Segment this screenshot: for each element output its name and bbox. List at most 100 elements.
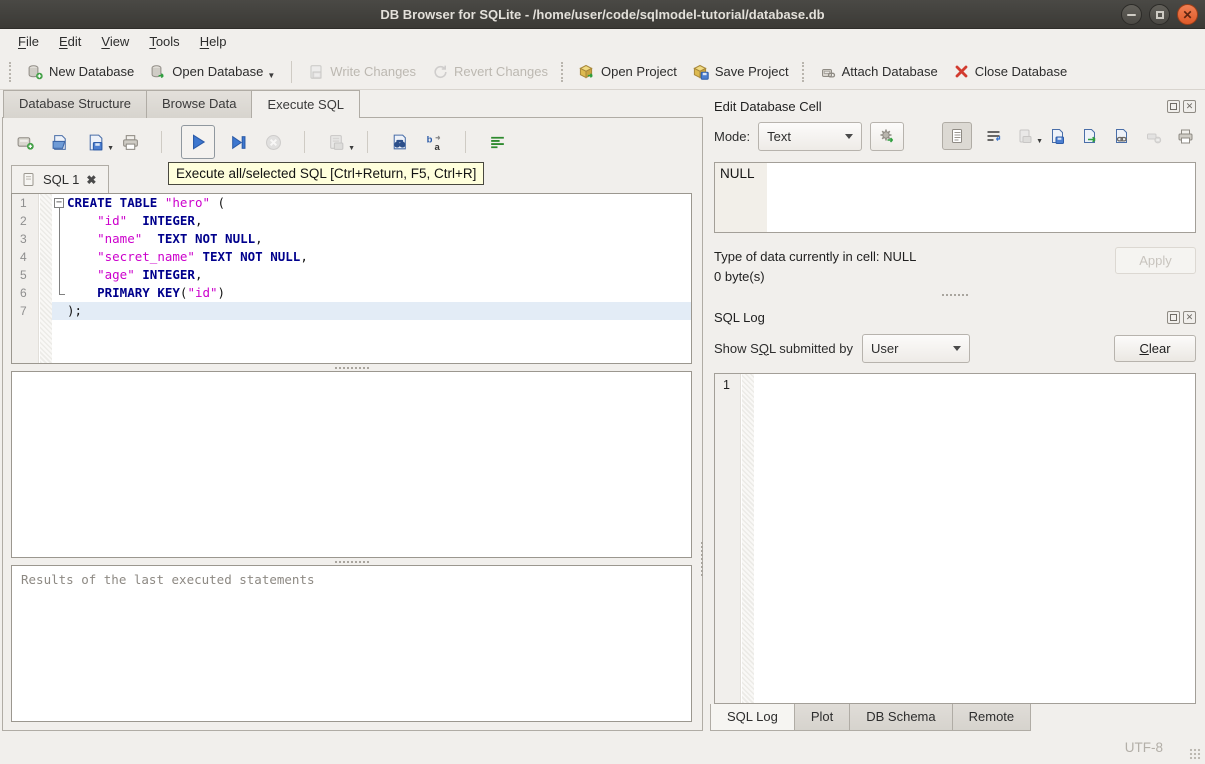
execute-line-button[interactable] <box>226 130 250 154</box>
edit-cell-dock-controls: ✕ <box>1167 99 1196 113</box>
tab-plot[interactable]: Plot <box>793 704 851 731</box>
mode-label: Mode: <box>714 128 751 144</box>
link-cell-button[interactable] <box>1110 125 1132 147</box>
tab-db-schema[interactable]: DB Schema <box>849 704 953 731</box>
log-fold-margin <box>742 374 754 703</box>
sql-log-filter-select[interactable]: User <box>862 333 970 363</box>
sql-toolbar-separator <box>465 131 466 153</box>
svg-text:b: b <box>426 134 432 145</box>
execute-all-button[interactable] <box>181 125 215 159</box>
save-cell-button[interactable]: ▼ <box>1014 125 1043 147</box>
menu-help[interactable]: Help <box>190 31 237 52</box>
horizontal-splitter[interactable] <box>11 558 692 565</box>
sql-editor[interactable]: 1− CREATE TABLE "hero" (2 "id" INTEGER, 3 … <box>11 193 692 364</box>
toolbar-handle[interactable] <box>801 61 805 82</box>
write-changes-button[interactable]: Write Changes <box>300 59 424 85</box>
save-results-button[interactable]: ▼ <box>324 130 355 154</box>
export-cell-button[interactable] <box>1078 125 1100 147</box>
open-sql-file-button[interactable] <box>48 130 72 154</box>
float-panel-icon[interactable] <box>1167 99 1180 113</box>
new-database-button[interactable]: New Database <box>19 59 142 85</box>
save-sql-file-button[interactable]: ▼ <box>83 130 114 154</box>
sql-tab[interactable]: SQL 1 ✖ <box>11 165 110 193</box>
tab-database-structure[interactable]: Database Structure <box>3 90 148 118</box>
find-button[interactable] <box>387 130 411 154</box>
attach-database-button[interactable]: Attach Database <box>812 59 946 85</box>
auto-format-button[interactable] <box>485 130 509 154</box>
close-panel-icon[interactable]: ✕ <box>1183 99 1196 113</box>
minimize-button[interactable] <box>1121 4 1142 25</box>
set-null-button[interactable] <box>1142 125 1164 147</box>
fold-marker <box>52 302 67 320</box>
find-replace-button[interactable]: ba <box>422 130 446 154</box>
export-icon <box>1083 128 1096 143</box>
open-database-label: Open Database <box>172 64 264 79</box>
sql-log-view[interactable]: 1 <box>714 373 1196 704</box>
clear-log-button[interactable]: Clear <box>1114 334 1196 362</box>
results-grid-pane[interactable] <box>11 371 692 558</box>
menu-view[interactable]: View <box>91 31 139 52</box>
close-button[interactable]: ✕ <box>1177 4 1198 25</box>
word-wrap-button[interactable] <box>982 125 1004 147</box>
tab-browse-data[interactable]: Browse Data <box>146 90 253 118</box>
menu-edit[interactable]: Edit <box>49 31 91 52</box>
save-results-icon <box>329 134 343 150</box>
auto-format-icon <box>490 136 504 148</box>
revert-changes-button[interactable]: Revert Changes <box>424 59 556 85</box>
toolbar-handle[interactable] <box>560 61 564 82</box>
code-line-1[interactable]: 1− CREATE TABLE "hero" ( <box>12 194 691 212</box>
fold-marker <box>52 284 67 302</box>
import-cell-button[interactable] <box>1046 125 1068 147</box>
results-message-pane[interactable]: Results of the last executed statements <box>11 565 692 722</box>
tab-sql-log[interactable]: SQL Log <box>710 704 795 731</box>
save-project-button[interactable]: Save Project <box>685 59 797 85</box>
save-cell-menu-arrow[interactable]: ▼ <box>1036 138 1043 145</box>
vertical-splitter[interactable] <box>701 542 703 576</box>
apply-settings-button[interactable] <box>870 121 905 151</box>
close-panel-icon[interactable]: ✕ <box>1183 310 1196 324</box>
log-line-number: 1 <box>723 378 730 392</box>
results-placeholder-text: Results of the last executed statements <box>21 572 315 587</box>
print-sql-button[interactable] <box>118 130 142 154</box>
stop-execution-button[interactable] <box>261 130 285 154</box>
sql-toolbar-separator <box>367 131 368 153</box>
menu-file[interactable]: File <box>8 31 49 52</box>
titlebar: DB Browser for SQLite - /home/user/code/… <box>0 0 1205 29</box>
cell-value-editor[interactable]: NULL <box>714 162 1196 233</box>
toolbar-handle[interactable] <box>9 61 12 82</box>
save-results-menu-arrow[interactable]: ▼ <box>348 145 355 152</box>
text-mode-button[interactable] <box>942 122 972 150</box>
resize-grip[interactable] <box>1189 748 1201 760</box>
right-panel: Edit Database Cell ✕ Mode: Text ▼ NULL T… <box>703 90 1205 731</box>
open-project-button[interactable]: Open Project <box>571 59 685 85</box>
sql-tab-close-icon[interactable]: ✖ <box>86 173 96 187</box>
print-cell-button[interactable] <box>1174 125 1196 147</box>
menu-tools[interactable]: Tools <box>139 31 189 52</box>
open-database-button[interactable]: Open Database ▼ <box>142 58 283 85</box>
fold-marker[interactable]: − <box>52 194 67 212</box>
tab-execute-sql[interactable]: Execute SQL <box>251 90 361 118</box>
open-database-menu-arrow[interactable]: ▼ <box>267 71 275 80</box>
apply-button[interactable]: Apply <box>1115 247 1196 274</box>
float-panel-icon[interactable] <box>1167 310 1180 324</box>
tab-remote[interactable]: Remote <box>951 704 1032 731</box>
horizontal-splitter[interactable] <box>11 364 692 371</box>
new-sql-tab-button[interactable] <box>13 130 37 154</box>
right-panel-splitter[interactable] <box>714 287 1196 303</box>
save-sql-menu-arrow[interactable]: ▼ <box>107 145 114 152</box>
code-line-7[interactable]: 7); <box>12 302 691 320</box>
code-line-5[interactable]: 5 "age" INTEGER, <box>12 266 691 284</box>
open-project-icon <box>579 64 595 80</box>
new-database-label: New Database <box>49 64 135 79</box>
toolbar-separator <box>291 60 293 83</box>
maximize-button[interactable] <box>1149 4 1170 25</box>
code-line-3[interactable]: 3 "name" TEXT NOT NULL, <box>12 230 691 248</box>
app-window: DB Browser for SQLite - /home/user/code/… <box>0 0 1205 764</box>
close-database-button[interactable]: Close Database <box>946 59 1076 84</box>
chevron-down-icon <box>953 345 961 351</box>
mode-select[interactable]: Text <box>758 121 863 151</box>
execute-sql-panel: ▼ ▼ b a SQL 1 ✖ 1 − CREATE TABLE "hero" … <box>2 117 703 731</box>
code-line-4[interactable]: 4 "secret_name" TEXT NOT NULL, <box>12 248 691 266</box>
code-line-6[interactable]: 6 PRIMARY KEY("id") <box>12 284 691 302</box>
code-line-2[interactable]: 2 "id" INTEGER, <box>12 212 691 230</box>
